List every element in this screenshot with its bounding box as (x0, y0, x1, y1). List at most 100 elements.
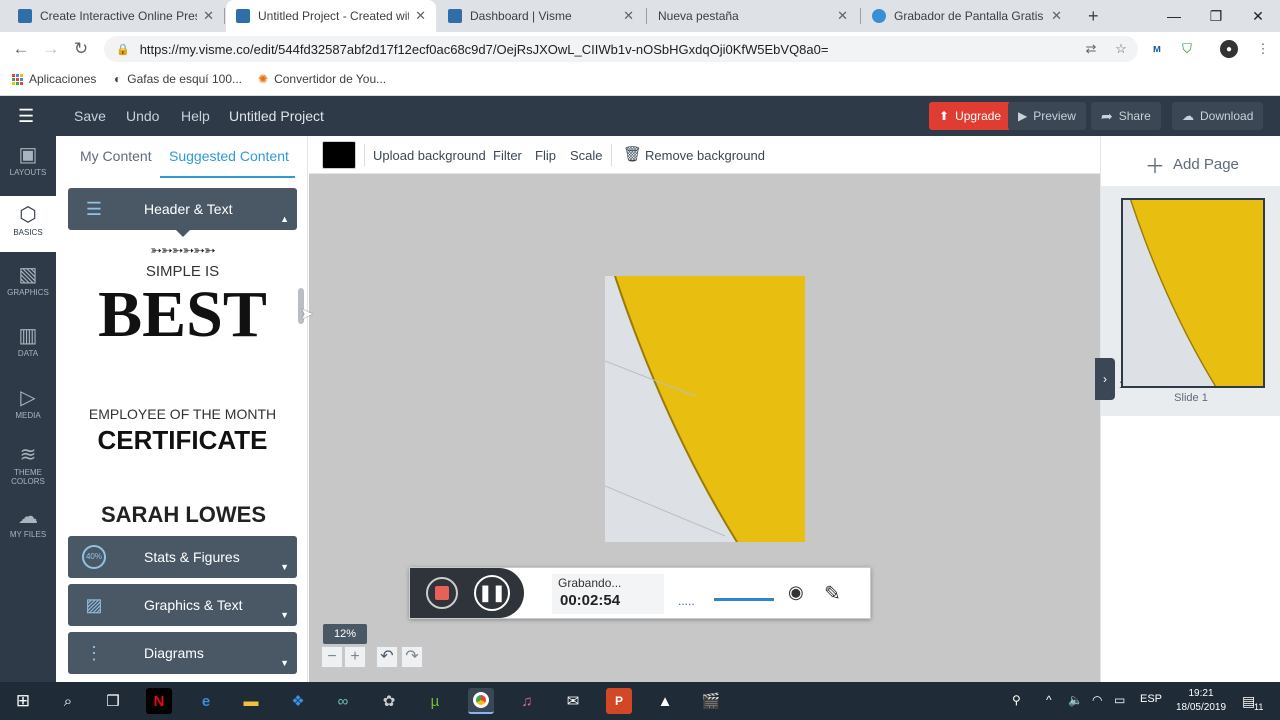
scale-button[interactable]: Scale (570, 148, 603, 163)
windows-start-icon[interactable]: ⊞ (10, 688, 36, 714)
tab-suggested-content[interactable]: Suggested Content (169, 148, 289, 164)
edge-icon[interactable]: e (193, 688, 219, 714)
upgrade-button[interactable]: ⬆ Upgrade (929, 102, 1012, 130)
rail-graphics[interactable]: ▧ GRAPHICS (0, 262, 56, 316)
battery-icon[interactable]: ▭ (1114, 693, 1125, 707)
webcam-icon[interactable]: ◉ (788, 582, 804, 603)
file-explorer-icon[interactable]: ▬ (238, 688, 264, 714)
template-simple-is-best[interactable]: ➳➳➳➳➳➳ SIMPLE IS BEST (68, 242, 297, 370)
undo-button[interactable]: Undo (126, 108, 159, 124)
translate-icon[interactable]: ⇄ (1082, 40, 1100, 58)
close-tab-icon[interactable]: ✕ (415, 8, 426, 24)
section-graphics-text[interactable]: ▨ Graphics & Text ▼ (68, 584, 297, 626)
preview-label: Preview (1033, 109, 1076, 123)
restore-icon[interactable]: ❐ (1194, 0, 1238, 32)
filter-button[interactable]: Filter (493, 148, 522, 163)
bg-color-swatch[interactable] (322, 141, 356, 169)
caret-up-icon: ▲ (280, 214, 289, 224)
language-indicator[interactable]: ESP (1140, 693, 1162, 705)
undo-icon[interactable]: ↶ (376, 646, 398, 668)
template-name[interactable]: SARAH LOWES (68, 502, 299, 528)
browser-tab-5[interactable]: Grabador de Pantalla Gratis – ( ✕ (862, 0, 1072, 32)
forward-icon[interactable]: → (36, 32, 66, 66)
search-icon[interactable]: ⌕ (55, 688, 81, 714)
mail-icon[interactable]: ✉ (560, 688, 586, 714)
volume-slider[interactable] (714, 598, 774, 601)
utorrent-icon[interactable]: µ (422, 688, 448, 714)
people-icon[interactable]: ⚲ (1012, 693, 1021, 707)
video-editor-icon[interactable]: 🎬 (698, 688, 724, 714)
profile-avatar[interactable]: ● (1220, 40, 1238, 58)
template-certificate[interactable]: EMPLOYEE OF THE MONTH CERTIFICATE (68, 406, 297, 466)
photos-icon[interactable]: ▲ (652, 688, 678, 714)
hamburger-menu-icon[interactable]: ☰ (18, 106, 34, 127)
share-button[interactable]: ➦ Share (1091, 102, 1161, 130)
rail-layouts[interactable]: ▣ LAYOUTS (0, 142, 56, 196)
slide-page[interactable] (605, 276, 805, 542)
minimize-icon[interactable]: — (1152, 0, 1196, 32)
slide-thumbnail-1[interactable] (1121, 198, 1265, 388)
back-icon[interactable]: ← (6, 32, 36, 66)
help-button[interactable]: Help (181, 108, 210, 124)
browser-tab-1[interactable]: Create Interactive Online Prese ✕ (8, 0, 224, 32)
rail-media[interactable]: ▷ MEDIA (0, 385, 56, 439)
rail-theme-colors[interactable]: ≋ THEME COLORS (0, 442, 56, 500)
browser-tab-4[interactable]: Nueva pestaña ✕ (648, 0, 858, 32)
bookmark-star-icon[interactable]: ☆ (1112, 40, 1130, 58)
browser-tab-2[interactable]: Untitled Project - Created with ✕ (226, 0, 436, 32)
section-header-text[interactable]: ☰ Header & Text ▲ (68, 188, 297, 230)
tab-my-content[interactable]: My Content (80, 148, 152, 164)
section-diagrams[interactable]: ⋮ Diagrams ▼ (68, 632, 297, 674)
media-play-icon: ▷ (20, 387, 36, 409)
bookmark-apps[interactable]: Aplicaciones (12, 72, 96, 86)
project-title[interactable]: Untitled Project (229, 108, 324, 124)
close-window-icon[interactable]: ✕ (1236, 0, 1280, 32)
preview-button[interactable]: ▶ Preview (1008, 102, 1086, 130)
app-icon[interactable]: ✿ (376, 688, 402, 714)
redo-icon[interactable]: ↷ (401, 646, 423, 668)
task-view-icon[interactable]: ❒ (100, 688, 126, 714)
pencil-icon[interactable]: ✎ (824, 581, 841, 606)
bookmark-converter[interactable]: ✺ Convertidor de You... (258, 72, 386, 86)
powerpoint-icon[interactable]: P (606, 688, 632, 714)
volume-icon[interactable]: 🔈 (1068, 693, 1083, 707)
extension-shield-icon[interactable]: ⛉ (1178, 40, 1196, 58)
remove-background-button[interactable]: Remove background (645, 148, 765, 163)
close-tab-icon[interactable]: ✕ (203, 8, 214, 24)
upload-background-button[interactable]: Upload background (373, 148, 486, 163)
share-icon: ➦ (1101, 107, 1113, 124)
collapse-panel-chevron-icon[interactable]: › (1095, 358, 1115, 400)
rail-basics[interactable]: ⬡ BASICS (0, 196, 56, 252)
wifi-icon[interactable]: ◠ (1092, 693, 1102, 707)
extension-m-icon[interactable]: ᴍ (1148, 40, 1166, 58)
close-tab-icon[interactable]: ✕ (837, 8, 848, 24)
pause-button[interactable]: ❚❚ (474, 575, 510, 611)
tray-chevron-icon[interactable]: ^ (1046, 693, 1052, 707)
bookmark-goggles[interactable]: ◐ Gafas de esquí 100... (114, 72, 242, 86)
rail-data[interactable]: ▥ DATA (0, 323, 56, 377)
itunes-icon[interactable]: ♫ (514, 688, 540, 714)
download-button[interactable]: ☁ Download (1172, 102, 1264, 130)
browser-tab-3[interactable]: Dashboard | Visme ✕ (438, 0, 644, 32)
close-tab-icon[interactable]: ✕ (623, 8, 634, 24)
netflix-icon[interactable]: N (146, 688, 172, 714)
address-input[interactable]: 🔒 https://my.visme.co/edit/544fd32587abf… (104, 36, 1138, 62)
zoom-in-button[interactable]: + (344, 646, 366, 668)
close-tab-icon[interactable]: ✕ (1051, 8, 1062, 24)
rail-my-files[interactable]: ☁ MY FILES (0, 504, 56, 558)
new-tab-button[interactable]: + (1078, 0, 1108, 32)
flip-button[interactable]: Flip (535, 148, 556, 163)
dropbox-icon[interactable]: ❖ (285, 688, 311, 714)
zoom-out-button[interactable]: − (321, 646, 343, 668)
chrome-icon[interactable] (468, 688, 494, 714)
reload-icon[interactable]: ↻ (66, 32, 96, 66)
save-button[interactable]: Save (74, 108, 106, 124)
section-stats-figures[interactable]: 40% Stats & Figures ▼ (68, 536, 297, 578)
add-page-button[interactable]: ＋ Add Page (1145, 150, 1239, 179)
rail-label: LAYOUTS (9, 168, 47, 177)
stop-record-button[interactable] (426, 577, 458, 609)
clock[interactable]: 19:21 18/05/2019 (1170, 687, 1232, 715)
trash-icon[interactable]: 🗑 (623, 145, 642, 163)
infinity-icon[interactable]: ∞ (330, 688, 356, 714)
chrome-menu-icon[interactable]: ⋮ (1254, 40, 1272, 58)
